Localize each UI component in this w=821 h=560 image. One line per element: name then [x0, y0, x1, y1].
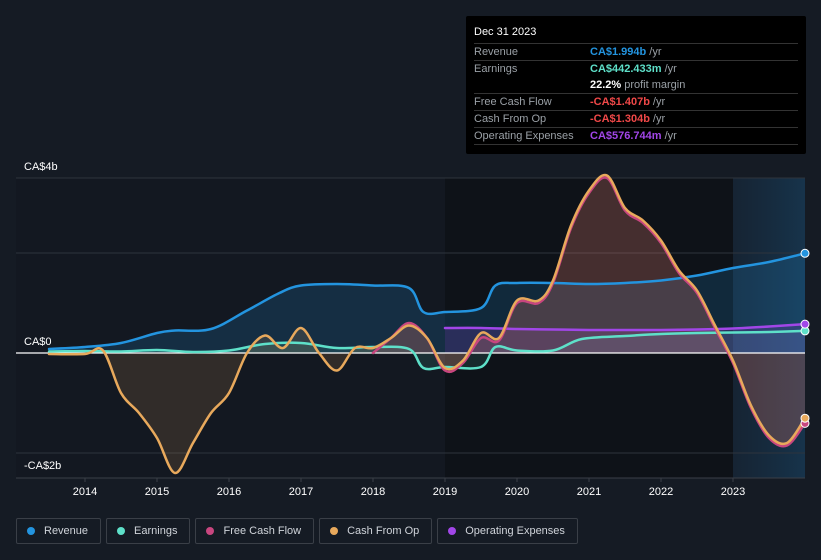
y-tick-label: -CA$2b	[24, 460, 61, 472]
x-tick-label: 2018	[361, 486, 385, 498]
tooltip-row-suffix: /yr	[652, 113, 666, 125]
tooltip-rows: Revenue CA$1.994b/yr Earnings CA$442.433m/y…	[474, 44, 798, 145]
tooltip-row-suffix: profit margin	[624, 79, 686, 91]
x-tick-label: 2020	[505, 486, 529, 498]
x-tick-label: 2015	[145, 486, 169, 498]
legend-label: Operating Expenses	[465, 525, 565, 537]
x-axis-ticks: 2014 2015 2016 2017 2018 2019 2020 2021 2022 2023	[73, 478, 745, 498]
legend-item-earnings[interactable]: Earnings	[106, 518, 191, 544]
legend: Revenue Earnings Free Cash Flow Cash From O…	[16, 518, 578, 544]
tooltip-row: Earnings CA$442.433m/yr	[474, 61, 798, 77]
legend-item-free-cash-flow[interactable]: Free Cash Flow	[195, 518, 315, 544]
legend-dot-icon	[206, 527, 215, 535]
x-tick-label: 2016	[217, 486, 241, 498]
legend-label: Cash From Op	[347, 525, 420, 537]
tooltip-row: Operating Expenses CA$576.744m/yr	[474, 128, 798, 145]
x-tick-label: 2021	[577, 486, 601, 498]
legend-item-revenue[interactable]: Revenue	[16, 518, 102, 544]
tooltip-row-value: -CA$1.407b	[590, 96, 650, 108]
tooltip-row-label: Revenue	[474, 46, 519, 58]
x-tick-label: 2022	[649, 486, 673, 498]
tooltip-date: Dec 31 2023	[474, 22, 798, 44]
legend-dot-icon	[117, 527, 126, 535]
x-tick-label: 2019	[433, 486, 457, 498]
tooltip-row-value: CA$576.744m	[590, 130, 662, 142]
y-tick-label: CA$4b	[24, 161, 58, 173]
tooltip-row-value: 22.2%	[590, 79, 622, 91]
revenue-end-dot	[800, 248, 810, 258]
tooltip: Dec 31 2023 Revenue CA$1.994b/yr Earnings C…	[466, 16, 806, 154]
tooltip-row-suffix: /yr	[664, 130, 677, 142]
tooltip-row-label: Free Cash Flow	[474, 96, 552, 108]
tooltip-row: Free Cash Flow -CA$1.407b/yr	[474, 94, 798, 111]
legend-dot-icon	[448, 527, 457, 535]
x-tick-label: 2017	[289, 486, 313, 498]
x-tick-label: 2014	[73, 486, 97, 498]
legend-label: Free Cash Flow	[223, 525, 302, 537]
tooltip-row: 22.2% profit margin	[474, 77, 798, 94]
tooltip-row-suffix: /yr	[664, 63, 677, 75]
tooltip-row-suffix: /yr	[649, 46, 662, 58]
y-tick-label: CA$0	[24, 336, 52, 348]
legend-item-operating-expenses[interactable]: Operating Expenses	[437, 518, 578, 544]
tooltip-row: Cash From Op -CA$1.304b/yr	[474, 111, 798, 128]
tooltip-row-value: CA$442.433m	[590, 63, 662, 75]
cash-from-op-end-dot	[800, 413, 810, 423]
tooltip-row-label: Operating Expenses	[474, 130, 574, 142]
legend-dot-icon	[27, 527, 35, 535]
tooltip-row-value: -CA$1.304b	[590, 113, 650, 125]
x-tick-label: 2023	[721, 486, 745, 498]
tooltip-row-value: CA$1.994b	[590, 46, 647, 58]
tooltip-row-label	[474, 77, 590, 93]
legend-dot-icon	[330, 527, 339, 535]
tooltip-row-label: Earnings	[474, 63, 518, 75]
tooltip-row-label: Cash From Op	[474, 113, 547, 125]
tooltip-row-suffix: /yr	[652, 96, 666, 108]
tooltip-row: Revenue CA$1.994b/yr	[474, 44, 798, 61]
legend-label: Revenue	[44, 525, 89, 537]
legend-label: Earnings	[134, 525, 178, 537]
legend-item-cash-from-op[interactable]: Cash From Op	[319, 518, 433, 544]
operating-expenses-end-dot	[800, 319, 810, 329]
